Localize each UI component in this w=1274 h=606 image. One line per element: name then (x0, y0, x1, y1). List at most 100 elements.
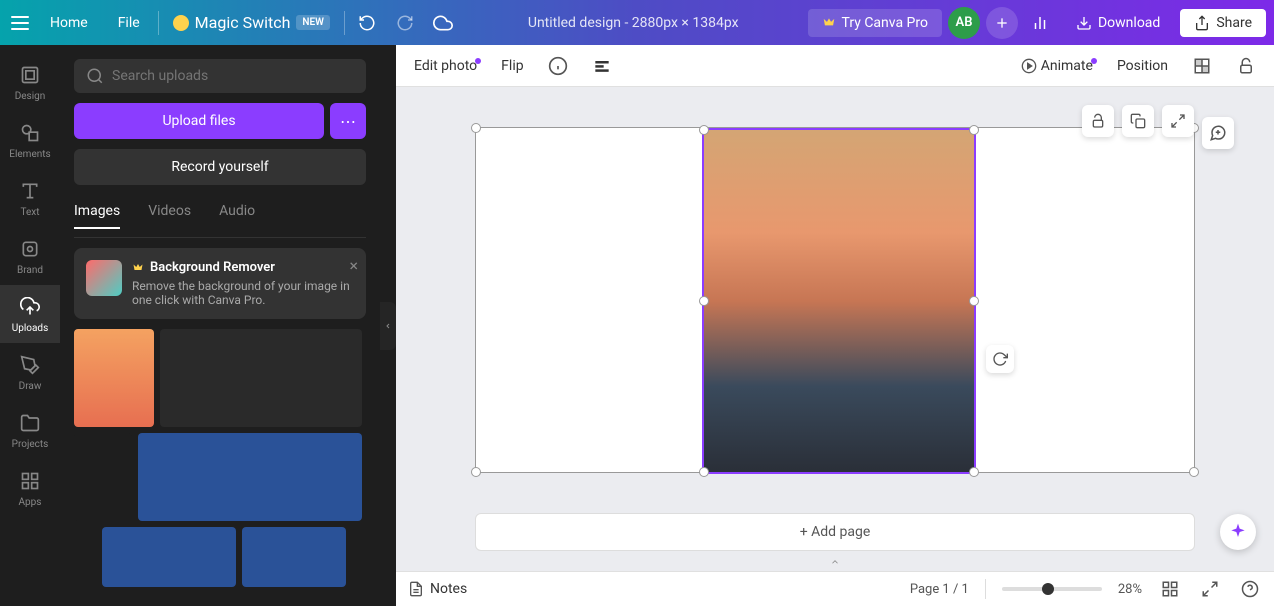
sparkle-icon (173, 15, 189, 31)
chevron-left-icon (384, 320, 392, 332)
frame-handle-se[interactable] (1189, 467, 1199, 477)
edit-photo-button[interactable]: Edit photo (408, 54, 483, 78)
design-page[interactable] (475, 127, 1195, 473)
share-button[interactable]: Share (1180, 9, 1266, 37)
sidebar-item-draw[interactable]: Draw (0, 343, 60, 401)
text-icon (18, 179, 42, 203)
add-collaborator-button[interactable] (986, 7, 1018, 39)
sidebar-item-apps[interactable]: Apps (0, 459, 60, 517)
notes-button[interactable]: Notes (408, 581, 467, 597)
magic-switch-label: Magic Switch (195, 13, 291, 32)
tab-audio[interactable]: Audio (219, 203, 255, 229)
transparency-button[interactable] (1186, 50, 1218, 82)
grid-view-button[interactable] (1158, 577, 1182, 601)
sidebar-label: Projects (12, 439, 49, 450)
top-header: Home File Magic Switch NEW Untitled desi… (0, 0, 1274, 45)
uploads-icon (18, 295, 42, 319)
sidebar-label: Apps (19, 497, 42, 508)
record-yourself-button[interactable]: Record yourself (74, 149, 366, 185)
zoom-slider-thumb[interactable] (1042, 583, 1054, 595)
fullscreen-button[interactable] (1198, 577, 1222, 601)
design-icon (18, 63, 42, 87)
sidebar-item-brand[interactable]: Brand (0, 227, 60, 285)
crown-icon (132, 262, 144, 274)
frame-handle-nw[interactable] (471, 123, 481, 133)
resize-handle-se[interactable] (969, 467, 979, 477)
divider (344, 11, 345, 35)
canva-assistant-button[interactable] (1220, 514, 1256, 550)
crown-icon (822, 16, 836, 30)
help-button[interactable] (1238, 577, 1262, 601)
uploads-grid (74, 329, 366, 587)
position-button[interactable]: Position (1111, 54, 1174, 78)
alignment-button[interactable] (586, 50, 618, 82)
expand-pages-button[interactable] (815, 554, 855, 570)
left-sidebar: Design Elements Text Brand Uploads (0, 45, 60, 606)
search-input[interactable] (112, 68, 354, 84)
resize-handle-nw[interactable] (699, 125, 709, 135)
file-menu[interactable]: File (106, 9, 152, 37)
magic-switch-button[interactable]: Magic Switch NEW (165, 9, 338, 36)
divider (158, 11, 159, 35)
animate-icon (1021, 58, 1037, 74)
sidebar-label: Elements (9, 149, 50, 160)
close-icon[interactable]: × (349, 256, 358, 275)
sidebar-item-text[interactable]: Text (0, 169, 60, 227)
expand-page-button[interactable] (1162, 105, 1194, 137)
resize-handle-e[interactable] (969, 296, 979, 306)
zoom-slider[interactable] (1002, 587, 1102, 591)
home-link[interactable]: Home (38, 9, 100, 37)
design-title[interactable]: Untitled design - 2880px × 1384px (465, 15, 802, 31)
lock-button[interactable] (1230, 50, 1262, 82)
upload-thumbnail[interactable] (138, 433, 362, 521)
duplicate-page-button[interactable] (1122, 105, 1154, 137)
tab-videos[interactable]: Videos (148, 203, 191, 229)
rotate-button[interactable] (986, 345, 1014, 373)
share-label: Share (1216, 15, 1252, 31)
resize-handle-ne[interactable] (969, 125, 979, 135)
search-icon (86, 67, 104, 85)
sidebar-label: Text (20, 207, 39, 218)
bg-remover-card[interactable]: Background Remover Remove the background… (74, 248, 366, 319)
sidebar-item-elements[interactable]: Elements (0, 111, 60, 169)
analytics-button[interactable] (1024, 7, 1056, 39)
sidebar-item-uploads[interactable]: Uploads (0, 285, 60, 343)
resize-handle-sw[interactable] (699, 467, 709, 477)
upload-thumbnail[interactable] (74, 433, 132, 521)
try-canva-pro-button[interactable]: Try Canva Pro (808, 9, 942, 37)
canvas-area: Edit photo Flip Animate Position (396, 45, 1274, 606)
sidebar-item-projects[interactable]: Projects (0, 401, 60, 459)
flip-button[interactable]: Flip (495, 54, 529, 78)
bottom-bar: Notes Page 1 / 1 28% (396, 571, 1274, 606)
canvas-viewport[interactable] (396, 87, 1274, 513)
upload-thumbnail[interactable] (160, 329, 362, 427)
upload-thumbnail[interactable] (102, 527, 236, 587)
sidebar-label: Design (15, 91, 46, 102)
lock-page-button[interactable] (1082, 105, 1114, 137)
add-comment-button[interactable] (1202, 117, 1234, 149)
projects-icon (18, 411, 42, 435)
upload-thumbnail[interactable] (74, 329, 154, 427)
upload-thumbnail[interactable] (242, 527, 346, 587)
sidebar-label: Uploads (12, 323, 48, 334)
user-avatar[interactable]: AB (948, 7, 980, 39)
hide-panel-button[interactable] (380, 45, 396, 606)
zoom-value[interactable]: 28% (1118, 582, 1142, 597)
canvas-toolbar: Edit photo Flip Animate Position (396, 45, 1274, 87)
upload-more-button[interactable]: ⋯ (330, 103, 366, 139)
selected-image[interactable] (704, 130, 974, 472)
undo-button[interactable] (351, 7, 383, 39)
add-page-button[interactable]: + Add page (475, 513, 1195, 551)
redo-button[interactable] (389, 7, 421, 39)
resize-handle-w[interactable] (699, 296, 709, 306)
sidebar-item-design[interactable]: Design (0, 53, 60, 111)
menu-icon[interactable] (8, 11, 32, 35)
download-button[interactable]: Download (1062, 9, 1174, 37)
cloud-sync-icon[interactable] (427, 7, 459, 39)
frame-handle-sw[interactable] (471, 467, 481, 477)
animate-button[interactable]: Animate (1015, 54, 1099, 78)
upload-files-button[interactable]: Upload files (74, 103, 324, 139)
info-button[interactable] (542, 50, 574, 82)
tab-images[interactable]: Images (74, 203, 120, 229)
bg-remover-thumbnail (86, 260, 122, 296)
